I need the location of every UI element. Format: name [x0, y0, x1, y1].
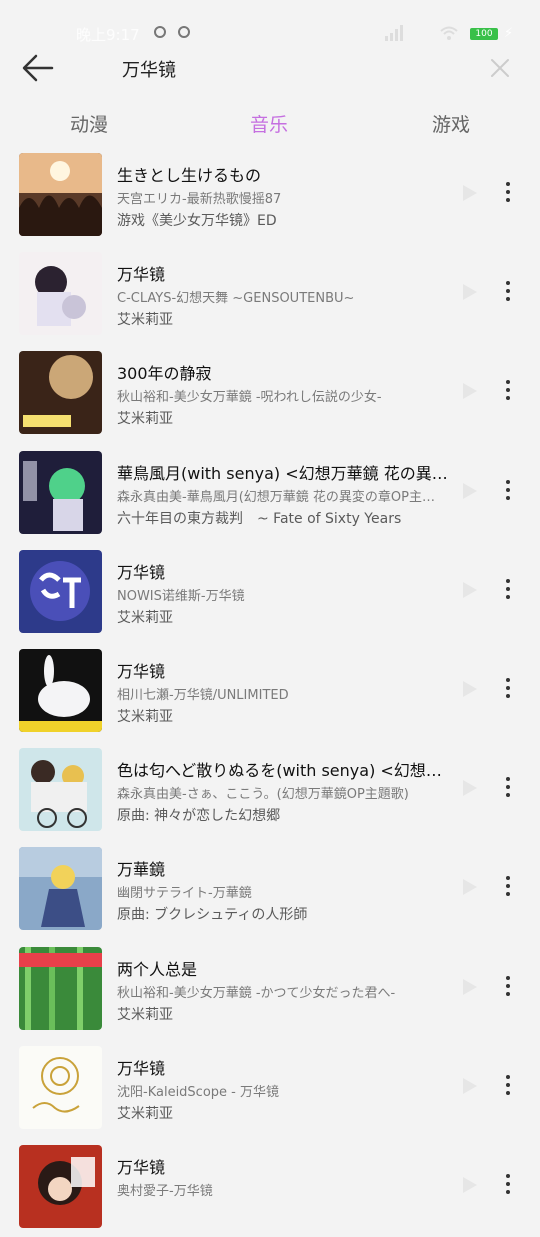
song-row[interactable]: 万华镜 C-CLAYS-幻想天舞 ~GENSOUTENBU~ 艾米莉亚 — [0, 245, 540, 344]
more-options-icon[interactable] — [498, 1069, 518, 1101]
back-arrow-icon[interactable] — [18, 50, 58, 86]
play-icon[interactable] — [462, 382, 478, 400]
song-source: 艾米莉亚 — [117, 709, 173, 725]
play-icon[interactable] — [462, 978, 478, 996]
song-source: 原曲: 神々が恋した幻想郷 — [117, 808, 281, 825]
song-title: 万华镜 — [117, 265, 166, 285]
album-cover — [19, 153, 102, 236]
more-options-icon[interactable] — [498, 970, 518, 1002]
play-icon[interactable] — [462, 482, 478, 500]
song-title: 万華鏡 — [117, 860, 166, 880]
song-title: 華鳥風月(with senya) <幻想万華鏡 花の異変の章OP> — [117, 463, 452, 483]
song-title: 万华镜 — [117, 1158, 166, 1177]
more-options-icon[interactable] — [498, 771, 518, 803]
song-row[interactable]: 万華鏡幽閉サテライト-万華鏡原曲: ブクレシュティの人形師 — [0, 840, 540, 939]
tab-games[interactable]: 游戏 — [432, 110, 470, 137]
song-row[interactable]: 两个人总是秋山裕和-美少女万華鏡 -かつて少女だった君へ- 艾米莉亚 — [0, 940, 540, 1039]
more-options-icon[interactable] — [498, 474, 518, 506]
song-row[interactable]: 300年の静寂秋山裕和-美少女万華鏡 -呪われし伝説の少女- 艾米莉亚 — [0, 344, 540, 443]
search-query[interactable]: 万华镜 — [122, 56, 176, 82]
play-icon[interactable] — [462, 680, 478, 698]
song-title: 生きとし生けるもの — [117, 166, 262, 185]
song-source: 艾米莉亚 — [117, 312, 173, 329]
song-artist-album: 沈阳-KaleidScope - 万华镜 — [117, 1084, 279, 1100]
song-artist-album: 幽閉サテライト-万華鏡 — [117, 886, 252, 902]
app-notification-icon — [178, 26, 190, 38]
album-cover — [19, 252, 102, 336]
play-icon[interactable] — [462, 581, 478, 599]
song-source: 艾米莉亚 — [117, 1105, 173, 1122]
category-tabs: 动漫 音乐 游戏 — [0, 104, 540, 144]
song-source: 六十年目の東方裁判 ~ Fate of Sixty Years — [117, 510, 402, 527]
more-options-icon[interactable] — [498, 672, 518, 704]
song-source: 原曲: ブクレシュティの人形師 — [117, 907, 308, 924]
album-cover — [19, 1145, 102, 1228]
album-cover — [19, 847, 102, 931]
play-icon[interactable] — [462, 184, 478, 202]
battery-icon: 100 — [470, 28, 498, 40]
song-row[interactable]: 万华镜 NOWIS诺维斯-万华镜 艾米莉亚 — [0, 543, 540, 642]
album-cover — [19, 549, 102, 633]
play-icon[interactable] — [462, 1077, 478, 1095]
close-icon[interactable] — [484, 52, 516, 84]
more-options-icon[interactable] — [498, 374, 518, 406]
song-source: 艾米莉亚 — [117, 411, 173, 428]
album-cover — [19, 946, 102, 1030]
charging-icon: ⚡ — [504, 26, 514, 41]
tab-anime[interactable]: 动漫 — [70, 110, 108, 137]
song-row[interactable]: 生きとし生けるもの天宫エリカ-最新热歌慢摇87 游戏《美少女万华镜》ED — [0, 146, 540, 245]
play-icon[interactable] — [462, 878, 478, 896]
song-source: 艾米莉亚 — [117, 609, 173, 626]
more-options-icon[interactable] — [498, 275, 518, 307]
song-title: 色は匂へど散りぬるを(with senya) <幻想万華鏡OP> — [117, 761, 452, 781]
song-artist-album: 奥村愛子-万华镜 — [117, 1184, 213, 1199]
play-icon[interactable] — [462, 779, 478, 797]
tab-music[interactable]: 音乐 — [250, 110, 288, 137]
album-cover — [19, 748, 102, 832]
song-row[interactable]: 華鳥風月(with senya) <幻想万華鏡 花の異変の章OP> 森永真由美-華… — [0, 444, 540, 543]
play-icon[interactable] — [462, 283, 478, 301]
song-source: 艾米莉亚 — [117, 1006, 173, 1023]
song-artist-album: NOWIS诺维斯-万华镜 — [117, 588, 245, 604]
album-cover — [19, 450, 102, 534]
song-row[interactable]: 万华镜相川七瀬-万华镜/UNLIMITED 艾米莉亚 — [0, 642, 540, 741]
song-title: 万华镜 — [117, 662, 166, 681]
play-icon[interactable] — [462, 1176, 478, 1194]
song-title: 万华镜 — [117, 1058, 166, 1078]
song-row[interactable]: 色は匂へど散りぬるを(with senya) <幻想万華鏡OP> 森永真由美-さぁ… — [0, 741, 540, 840]
more-options-icon[interactable] — [498, 870, 518, 902]
song-artist-album: 相川七瀬-万华镜/UNLIMITED — [117, 688, 289, 703]
song-source: 游戏《美少女万华镜》ED — [117, 213, 277, 229]
album-cover — [19, 649, 102, 732]
song-artist-album: 森永真由美-さぁ、ここう。(幻想万華鏡OP主題歌) — [117, 787, 409, 803]
song-row[interactable]: 万华镜沈阳-KaleidScope - 万华镜 艾米莉亚 — [0, 1039, 540, 1138]
song-title: 300年の静寂 — [117, 364, 212, 384]
song-title: 万华镜 — [117, 562, 166, 582]
song-row[interactable]: 万华镜奥村愛子-万华镜 — [0, 1138, 540, 1237]
more-options-icon[interactable] — [498, 573, 518, 605]
more-options-icon[interactable] — [498, 1168, 518, 1200]
song-artist-album: 秋山裕和-美少女万華鏡 -かつて少女だった君へ- — [117, 985, 396, 1001]
album-cover — [19, 351, 102, 435]
wifi-icon — [440, 26, 458, 40]
more-options-icon[interactable] — [498, 176, 518, 208]
app-notification-icon — [154, 26, 166, 38]
song-title: 两个人总是 — [117, 959, 198, 979]
song-artist-album: 森永真由美-華鳥風月(幻想万華鏡 花の異変の章OP主題歌) — [117, 489, 437, 505]
signal-icon — [385, 25, 403, 41]
search-header: 万华镜 — [0, 40, 540, 96]
song-artist-album: C-CLAYS-幻想天舞 ~GENSOUTENBU~ — [117, 291, 355, 307]
song-artist-album: 秋山裕和-美少女万華鏡 -呪われし伝説の少女- — [117, 390, 382, 406]
song-artist-album: 天宫エリカ-最新热歌慢摇87 — [117, 192, 282, 207]
album-cover — [19, 1045, 102, 1129]
